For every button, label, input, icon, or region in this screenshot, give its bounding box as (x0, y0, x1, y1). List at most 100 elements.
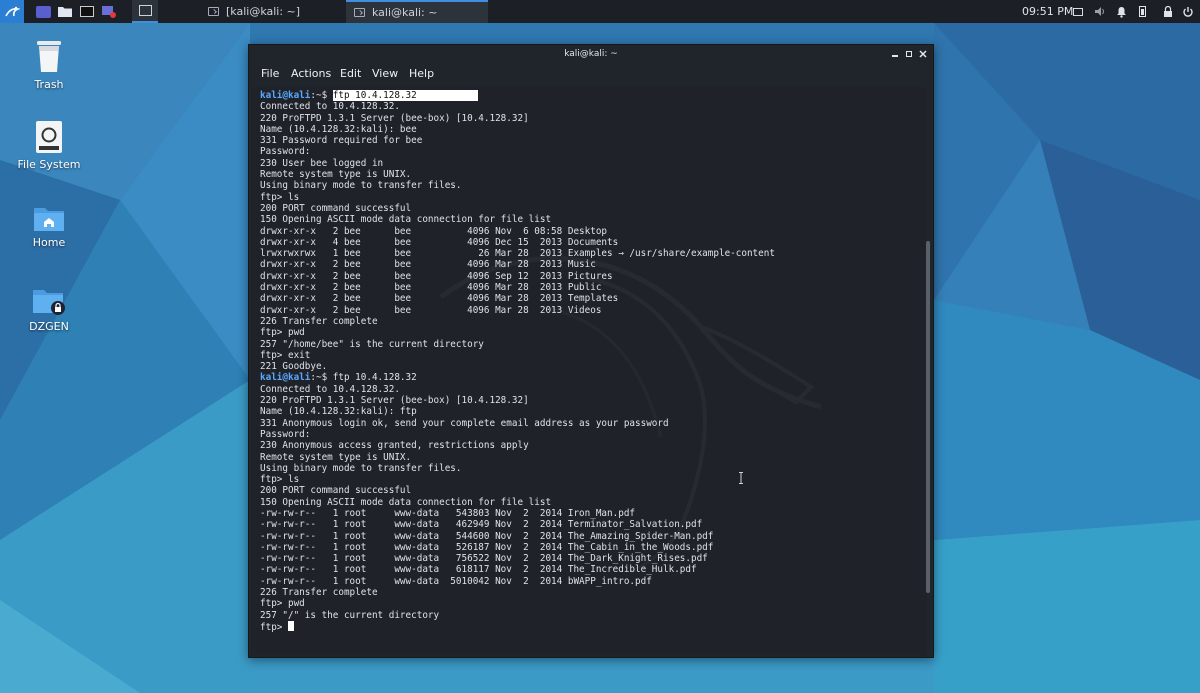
terminal-line: -rw-rw-r-- 1 root www-data 544600 Nov 2 … (260, 530, 714, 542)
desktop-icon-trash[interactable]: Trash (4, 38, 94, 91)
terminal-line: Using binary mode to transfer files. (260, 180, 462, 192)
terminal-line: drwxr-xr-x 2 bee bee 4096 Nov 6 08:58 De… (260, 225, 608, 237)
terminal-line: 257 "/home/bee" is the current directory (260, 338, 484, 350)
volume-icon[interactable] (1092, 0, 1108, 23)
top-panel: [kali@kali: ~] kali@kali: ~ 09:51 PM (0, 0, 1200, 23)
close-button[interactable] (917, 48, 929, 60)
terminal-line: ftp> exit (260, 349, 311, 361)
terminal-output[interactable]: kali@kali:~$ ftp 10.4.128.32 Connected t… (251, 87, 927, 655)
terminal-line: 150 Opening ASCII mode data connection f… (260, 496, 552, 508)
task-label: kali@kali: ~ (372, 6, 438, 19)
terminal-line: drwxr-xr-x 2 bee bee 4096 Mar 28 2013 Mu… (260, 259, 596, 271)
terminal-line: Remote system type is UNIX. (260, 451, 412, 463)
terminal-line: 226 Transfer complete (260, 315, 378, 327)
terminal-line: 230 User bee logged in (260, 157, 384, 169)
terminal-window[interactable]: kali@kali: ~ File Actions Edit View Help… (248, 44, 934, 658)
terminal-line: 200 PORT command successful (260, 485, 412, 497)
trash-icon (37, 41, 61, 72)
home-folder-icon (34, 208, 64, 231)
terminal-line: Name (10.4.128.32:kali): ftp (260, 406, 417, 418)
terminal-line: 220 ProFTPD 1.3.1 Server (bee-box) [10.4… (260, 395, 529, 407)
task-button-terminal-2[interactable]: kali@kali: ~ (346, 0, 488, 23)
menu-bar: File Actions Edit View Help (249, 64, 933, 84)
terminal-line: 226 Transfer complete (260, 587, 378, 599)
prompt-user: kali@kali (260, 90, 311, 101)
terminal-line: -rw-rw-r-- 1 root www-data 5010042 Nov 2… (260, 575, 652, 587)
desktop-icon-dzgen[interactable]: DZGEN (4, 286, 94, 333)
terminal-line: Connected to 10.4.128.32. (260, 101, 400, 113)
terminal-line: ftp> ls (260, 474, 300, 486)
terminal-cursor (288, 620, 294, 631)
terminal-line: Remote system type is UNIX. (260, 169, 412, 181)
scrollbar-thumb[interactable] (926, 241, 930, 593)
kali-menu-icon[interactable] (0, 0, 24, 23)
terminal-line: 200 PORT command successful (260, 202, 412, 214)
window-title-bar[interactable]: kali@kali: ~ (249, 45, 933, 63)
terminal-line: 230 Anonymous access granted, restrictio… (260, 440, 529, 452)
menu-view[interactable]: View (372, 67, 398, 80)
terminal-line: drwxr-xr-x 2 bee bee 4096 Sep 12 2013 Pi… (260, 270, 613, 282)
notification-icon[interactable] (1113, 0, 1129, 23)
terminal-line: 150 Opening ASCII mode data connection f… (260, 214, 552, 226)
terminal-line: -rw-rw-r-- 1 root www-data 462949 Nov 2 … (260, 519, 703, 531)
terminal-task-icon (208, 7, 219, 16)
terminal-line: kali@kali:~$ ftp 10.4.128.32 (260, 90, 775, 101)
task-button-terminal-1[interactable]: [kali@kali: ~] (200, 0, 344, 23)
terminal-line: -rw-rw-r-- 1 root www-data 618117 Nov 2 … (260, 564, 697, 576)
desktop-icon-label: File System (17, 158, 81, 171)
terminal-line: Password: (260, 428, 311, 440)
menu-actions[interactable]: Actions (291, 67, 331, 80)
files-icon[interactable] (54, 0, 76, 23)
terminal-line: Using binary mode to transfer files. (260, 462, 462, 474)
terminal-task-icon (354, 8, 365, 17)
terminal-line: -rw-rw-r-- 1 root www-data 543803 Nov 2 … (260, 507, 636, 519)
terminal-small-icon[interactable] (132, 0, 158, 23)
display-icon[interactable] (1070, 0, 1086, 23)
menu-file[interactable]: File (261, 67, 279, 80)
desktop-icon-label: Trash (34, 78, 64, 91)
terminal-line: 257 "/" is the current directory (260, 609, 440, 621)
prompt-command: ftp 10.4.128.32 (332, 372, 417, 384)
terminal-line: ftp> pwd (260, 598, 305, 610)
menu-edit[interactable]: Edit (340, 67, 361, 80)
terminal-icon[interactable] (76, 0, 98, 23)
terminal-text: kali@kali:~$ ftp 10.4.128.32 Connected t… (260, 90, 775, 633)
terminal-line: lrwxrwxrwx 1 bee bee 26 Mar 28 2013 Exam… (260, 248, 775, 260)
menu-help[interactable]: Help (409, 67, 434, 80)
terminal-line: drwxr-xr-x 2 bee bee 4096 Mar 28 2013 Pu… (260, 282, 602, 294)
desktop-icon-label: DZGEN (29, 320, 69, 333)
terminal-line: Password: (260, 146, 311, 158)
terminal-line: 221 Goodbye. (260, 361, 328, 373)
terminal-line: drwxr-xr-x 4 bee bee 4096 Dec 15 2013 Do… (260, 236, 619, 248)
close-icon (919, 50, 927, 58)
power-off-icon[interactable] (1180, 0, 1196, 23)
terminal-line: -rw-rw-r-- 1 root www-data 526187 Nov 2 … (260, 541, 714, 553)
terminal-line: ftp> (260, 620, 775, 633)
battery-icon[interactable] (1134, 0, 1150, 23)
drive-icon (36, 121, 62, 153)
terminal-line: kali@kali:~$ ftp 10.4.128.32 (260, 372, 775, 383)
window-title: kali@kali: ~ (564, 49, 618, 59)
terminal-line: -rw-rw-r-- 1 root www-data 756522 Nov 2 … (260, 553, 708, 565)
terminal-line: Name (10.4.128.32:kali): bee (260, 123, 417, 135)
prompt-command: ftp 10.4.128.32 (332, 90, 479, 101)
desktop-icon-file-system[interactable]: File System (4, 120, 94, 171)
maximize-button[interactable] (903, 48, 915, 60)
terminal-line: drwxr-xr-x 2 bee bee 4096 Mar 28 2013 Te… (260, 293, 619, 305)
workspace-icon[interactable] (32, 0, 54, 23)
task-label: [kali@kali: ~] (226, 5, 301, 18)
terminal-line: 331 Password required for bee (260, 135, 423, 147)
prompt-user: kali@kali (260, 372, 311, 384)
terminal-line: 331 Anonymous login ok, send your comple… (260, 417, 669, 429)
recorder-icon[interactable] (98, 0, 120, 23)
desktop-icon-home[interactable]: Home (4, 204, 94, 249)
prompt-path: :~$ (310, 372, 333, 384)
terminal-line: ftp> pwd (260, 327, 305, 339)
clock[interactable]: 09:51 PM (1022, 0, 1073, 23)
ftp-prompt: ftp> (260, 621, 288, 633)
minimize-button[interactable] (889, 48, 901, 60)
lock-icon[interactable] (1160, 0, 1176, 23)
prompt-path: :~$ (310, 90, 333, 101)
terminal-line: 220 ProFTPD 1.3.1 Server (bee-box) [10.4… (260, 112, 529, 124)
desktop-icon-label: Home (32, 236, 66, 249)
